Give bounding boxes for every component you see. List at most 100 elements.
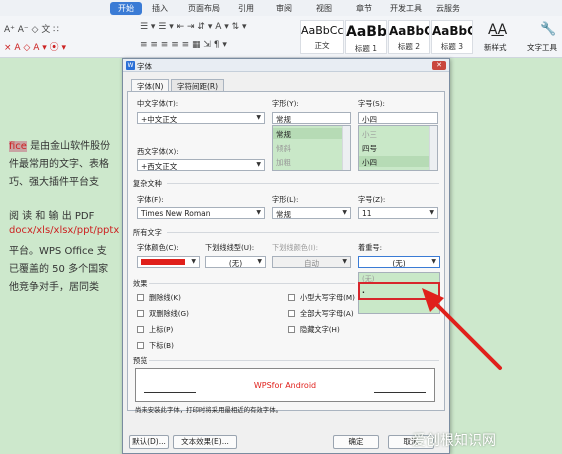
complex-font-select[interactable]: Times New Roman ▼ [137, 207, 265, 219]
cn-font-select[interactable]: +中文正文 ▼ [137, 112, 265, 124]
font-size-list[interactable]: 小三 四号 小四 [358, 125, 438, 171]
font-note: 尚未安装此字体，打印时将采用最相近的有效字体。 [135, 406, 282, 414]
emphasis-label: 着重号: [358, 243, 382, 252]
complex-style-select[interactable]: 常规 ▼ [272, 207, 351, 219]
tab-insert[interactable]: 插入 [152, 3, 168, 14]
west-font-select[interactable]: +西文正文 ▼ [137, 159, 265, 171]
font-size-controls[interactable]: A⁺ A⁻ ◇ 文 ∷ [4, 22, 59, 35]
scrollbar[interactable] [429, 126, 437, 170]
underline-select[interactable]: (无) ▼ [205, 256, 266, 268]
tab-cloud[interactable]: 云服务 [436, 3, 460, 14]
doc-line: 阅 读 和 输 出 PDF [9, 211, 95, 222]
new-style-button[interactable]: 新样式 [484, 42, 507, 53]
doc-line: 件最常用的文字、表格 [9, 159, 109, 170]
ribbon-tab-bar: 开始 插入 页面布局 引用 审阅 视图 章节 开发工具 云服务 [0, 0, 562, 16]
preview-text: WPSfor Android [253, 381, 317, 390]
list-item[interactable]: 小四 [359, 156, 430, 167]
small-caps-label: 小型大写字母(M) [300, 293, 355, 302]
west-font-label: 西文字体(X): [137, 147, 179, 156]
font-format-controls[interactable]: × A ◇ A ▾ ⦿ ▾ [4, 40, 66, 53]
doc-line: 平台。WPS Office 支 [9, 246, 107, 257]
strikethrough-label: 删除线(K) [149, 293, 181, 302]
tab-home[interactable]: 开始 [110, 2, 142, 15]
subscript-label: 下标(B) [149, 341, 174, 350]
font-size-label: 字号(S): [358, 99, 385, 108]
font-style-input[interactable]: 常规 [272, 112, 351, 124]
subscript-checkbox[interactable] [137, 342, 144, 349]
tab-references[interactable]: 引用 [238, 3, 254, 14]
list-item[interactable]: 加粗 [273, 156, 294, 167]
effects-group-title: 效果 [133, 279, 148, 288]
hidden-text-checkbox[interactable] [288, 326, 295, 333]
complex-size-label: 字号(Z): [358, 195, 386, 204]
doc-line: docx/xls/xlsx/ppt/pptx [9, 225, 120, 236]
tab-chapter[interactable]: 章节 [356, 3, 372, 14]
underline-color-label: 下划线颜色(I): [272, 243, 319, 252]
font-dialog: W 字体 ✕ 字体(N) 字符间距(R) 中文字体(T): +中文正文 ▼ 字形(… [122, 58, 450, 454]
text-tools-button[interactable]: 文字工具 [527, 42, 557, 53]
scrollbar[interactable] [342, 126, 350, 170]
dialog-title: 字体 [137, 62, 152, 71]
superscript-label: 上标(P) [149, 325, 174, 334]
tab-review[interactable]: 审阅 [276, 3, 292, 14]
font-size-input[interactable]: 小四 [358, 112, 438, 124]
divider [149, 283, 355, 284]
style-heading-3[interactable]: AaBbC 标题 3 [431, 20, 473, 54]
new-style-icon[interactable]: A͟A [488, 22, 507, 38]
document-page[interactable]: fice 是由金山软件股份 件最常用的文字、表格 巧、强大插件平台支 阅 读 和… [0, 58, 122, 454]
strikethrough-checkbox[interactable] [137, 294, 144, 301]
dialog-titlebar[interactable]: W 字体 ✕ [123, 59, 449, 72]
underline-label: 下划线线型(U): [205, 243, 255, 252]
double-strikethrough-checkbox[interactable] [137, 310, 144, 317]
preview-group-title: 预览 [133, 356, 148, 365]
superscript-checkbox[interactable] [137, 326, 144, 333]
wrench-icon[interactable]: 🔧 [540, 22, 556, 37]
tab-view[interactable]: 视图 [316, 3, 332, 14]
font-style-label: 字形(Y): [272, 99, 299, 108]
ribbon: 开始 插入 页面布局 引用 审阅 视图 章节 开发工具 云服务 A⁺ A⁻ ◇ … [0, 0, 562, 58]
list-item[interactable]: 四号 [359, 142, 380, 153]
font-color-select[interactable]: ▼ [137, 256, 200, 268]
font-color-swatch [141, 259, 185, 265]
doc-line: 已覆盖的 50 多个国家 [9, 264, 109, 275]
tab-char-spacing[interactable]: 字符间距(R) [171, 79, 225, 91]
doc-line: fice 是由金山软件股份 [9, 141, 111, 152]
complex-size-select[interactable]: 11 ▼ [358, 207, 438, 219]
underline-color-select[interactable]: 自动 ▼ [272, 256, 351, 268]
hidden-text-label: 隐藏文字(H) [300, 325, 340, 334]
style-heading-1[interactable]: AaBb 标题 1 [345, 20, 387, 54]
cn-font-label: 中文字体(T): [137, 99, 179, 108]
complex-style-label: 字形(L): [272, 195, 299, 204]
paragraph-controls[interactable]: ≡ ≡ ≡ ≡ ≡ ▦ ⇲ ¶ ▾ [140, 40, 227, 50]
watermark: 爱创根知识网 [412, 433, 496, 449]
font-style-list[interactable]: 常规 倾斜 加粗 [272, 125, 351, 171]
preview-box: WPSfor Android [135, 368, 435, 402]
style-heading-2[interactable]: AaBbC 标题 2 [388, 20, 430, 54]
emphasis-select[interactable]: (无) ▼ [358, 256, 440, 268]
divider [149, 360, 439, 361]
list-item[interactable]: 小三 [359, 128, 380, 139]
all-text-group-title: 所有文字 [133, 228, 162, 237]
complex-group-title: 复杂文种 [133, 179, 162, 188]
style-normal[interactable]: AaBbCcI 正文 [300, 20, 344, 54]
close-icon[interactable]: ✕ [432, 61, 446, 70]
tab-page-layout[interactable]: 页面布局 [188, 3, 220, 14]
font-color-label: 字体颜色(C): [137, 243, 179, 252]
ok-button[interactable]: 确定 [333, 435, 379, 449]
complex-font-label: 字体(F): [137, 195, 164, 204]
double-strikethrough-label: 双删除线(G) [149, 309, 189, 318]
doc-line: 他竞争对手，居同类 [9, 282, 99, 293]
all-caps-label: 全部大写字母(A) [300, 309, 354, 318]
all-caps-checkbox[interactable] [288, 310, 295, 317]
text-effect-button[interactable]: 文本效果(E)... [173, 435, 237, 449]
divider [167, 183, 439, 184]
annotation-arrow-icon [422, 288, 502, 370]
small-caps-checkbox[interactable] [288, 294, 295, 301]
divider [167, 232, 439, 233]
default-button[interactable]: 默认(D)... [129, 435, 169, 449]
tab-developer[interactable]: 开发工具 [390, 3, 422, 14]
list-item[interactable]: 倾斜 [273, 142, 294, 153]
list-item[interactable]: 常规 [273, 128, 343, 139]
list-controls[interactable]: ☰ ▾ ☰ ▾ ⇤ ⇥ ⇵ ▾ A ▾ ⇅ ▾ [140, 22, 247, 32]
document-margin-right [450, 58, 562, 454]
